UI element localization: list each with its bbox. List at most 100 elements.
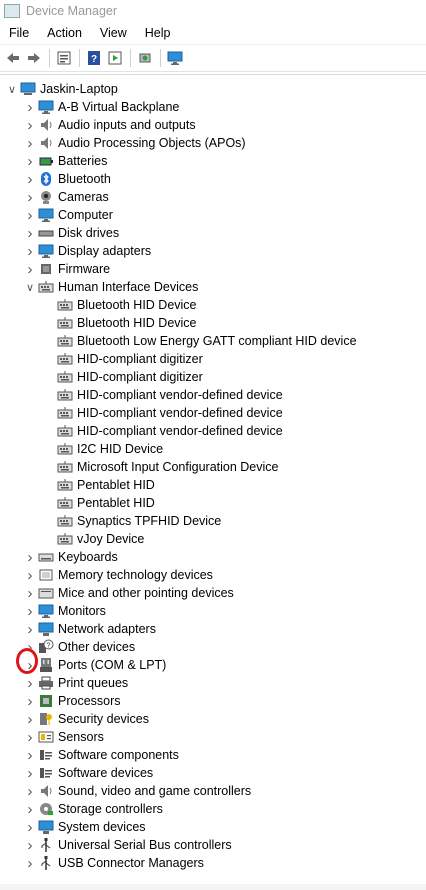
chevron-right-icon[interactable]: ›: [24, 116, 36, 134]
back-icon[interactable]: [4, 49, 22, 67]
tree-category[interactable]: › Software devices: [24, 764, 154, 782]
chevron-right-icon[interactable]: ›: [24, 152, 36, 170]
chevron-placeholder: [43, 530, 55, 548]
chevron-down-icon[interactable]: ∨: [24, 278, 36, 296]
tree-item-label: Bluetooth Low Energy GATT compliant HID …: [77, 334, 357, 348]
chevron-right-icon[interactable]: ›: [24, 674, 36, 692]
tree-category[interactable]: › Sensors: [24, 728, 104, 746]
tree-category[interactable]: › Ports (COM & LPT): [24, 656, 167, 674]
tree-device[interactable]: Bluetooth Low Energy GATT compliant HID …: [43, 332, 357, 350]
tree-category[interactable]: › Monitors: [24, 602, 106, 620]
tree-category[interactable]: › Sound, video and game controllers: [24, 782, 252, 800]
chevron-right-icon[interactable]: ›: [24, 134, 36, 152]
chevron-right-icon[interactable]: ›: [24, 188, 36, 206]
menu-action[interactable]: Action: [38, 26, 91, 40]
chevron-right-icon[interactable]: ›: [24, 206, 36, 224]
menu-view[interactable]: View: [91, 26, 136, 40]
chevron-right-icon[interactable]: ›: [24, 98, 36, 116]
chevron-right-icon[interactable]: ›: [24, 692, 36, 710]
tree-category[interactable]: › Storage controllers: [24, 800, 163, 818]
tree-root[interactable]: ∨ Jaskin-Laptop: [6, 80, 118, 98]
chevron-right-icon[interactable]: ›: [24, 260, 36, 278]
monitor-icon[interactable]: [166, 49, 184, 67]
chevron-right-icon[interactable]: ›: [24, 800, 36, 818]
chevron-down-icon[interactable]: ∨: [6, 80, 18, 98]
tree-item-label: Processors: [58, 694, 121, 708]
chevron-right-icon[interactable]: ›: [24, 836, 36, 854]
chevron-right-icon[interactable]: ›: [24, 566, 36, 584]
tree-category[interactable]: › Network adapters: [24, 620, 156, 638]
tree-category-expanded[interactable]: ∨ Human Interface Devices: [24, 278, 198, 296]
chevron-right-icon[interactable]: ›: [24, 602, 36, 620]
chevron-right-icon[interactable]: ›: [24, 728, 36, 746]
menu-file[interactable]: File: [0, 26, 38, 40]
tree-category[interactable]: › Print queues: [24, 674, 129, 692]
tree-device[interactable]: HID-compliant digitizer: [43, 368, 203, 386]
chevron-right-icon[interactable]: ›: [24, 764, 36, 782]
chevron-right-icon[interactable]: ›: [24, 656, 36, 674]
tree-category[interactable]: › Batteries: [24, 152, 108, 170]
chevron-right-icon[interactable]: ›: [24, 224, 36, 242]
tree-category[interactable]: › Cameras: [24, 188, 109, 206]
chevron-right-icon[interactable]: ›: [24, 782, 36, 800]
scan-hardware-icon[interactable]: [136, 49, 154, 67]
chevron-right-icon[interactable]: ›: [24, 854, 36, 872]
tree-category[interactable]: › USB Connector Managers: [24, 854, 204, 872]
tree-category[interactable]: › Mice and other pointing devices: [24, 584, 234, 602]
help-icon[interactable]: ?: [85, 49, 103, 67]
chevron-right-icon[interactable]: ›: [24, 710, 36, 728]
chevron-right-icon[interactable]: ›: [24, 620, 36, 638]
tree-device[interactable]: Microsoft Input Configuration Device: [43, 458, 278, 476]
toolbar-separator: [49, 49, 50, 67]
tree-category[interactable]: › Memory technology devices: [24, 566, 213, 584]
chevron-right-icon[interactable]: ›: [24, 242, 36, 260]
tree-device[interactable]: HID-compliant vendor-defined device: [43, 386, 283, 404]
chevron-right-icon[interactable]: ›: [24, 170, 36, 188]
toolbar-separator: [130, 49, 131, 67]
tree-item-label: Sensors: [58, 730, 104, 744]
chevron-placeholder: [43, 476, 55, 494]
tree-category[interactable]: › System devices: [24, 818, 146, 836]
tree-device[interactable]: HID-compliant vendor-defined device: [43, 422, 283, 440]
chevron-right-icon[interactable]: ›: [24, 638, 36, 656]
tree-device[interactable]: Pentablet HID: [43, 476, 155, 494]
tree-device[interactable]: vJoy Device: [43, 530, 144, 548]
tree-device[interactable]: HID-compliant digitizer: [43, 350, 203, 368]
tree-category[interactable]: › Disk drives: [24, 224, 120, 242]
tree-category[interactable]: › Display adapters: [24, 242, 152, 260]
chevron-right-icon[interactable]: ›: [24, 548, 36, 566]
run-icon[interactable]: [106, 49, 124, 67]
tree-device[interactable]: Synaptics TPFHID Device: [43, 512, 221, 530]
hid-icon: [57, 351, 73, 367]
tree-device[interactable]: HID-compliant vendor-defined device: [43, 404, 283, 422]
tree-category[interactable]: › Processors: [24, 692, 121, 710]
tree-device[interactable]: Pentablet HID: [43, 494, 155, 512]
properties-icon[interactable]: [55, 49, 73, 67]
tree-category[interactable]: › A-B Virtual Backplane: [24, 98, 180, 116]
tree-category[interactable]: › Audio inputs and outputs: [24, 116, 196, 134]
tree-category[interactable]: › Bluetooth: [24, 170, 111, 188]
chevron-placeholder: [43, 350, 55, 368]
tree-item-label: Disk drives: [58, 226, 120, 240]
tree-device[interactable]: Bluetooth HID Device: [43, 314, 197, 332]
menu-help[interactable]: Help: [136, 26, 180, 40]
tree-device[interactable]: I2C HID Device: [43, 440, 163, 458]
tree-category[interactable]: › Security devices: [24, 710, 150, 728]
tree-category[interactable]: › Universal Serial Bus controllers: [24, 836, 232, 854]
chevron-right-icon[interactable]: ›: [24, 746, 36, 764]
tree-category[interactable]: ›? Other devices: [24, 638, 136, 656]
tree-category[interactable]: › Computer: [24, 206, 113, 224]
tree-category[interactable]: › Audio Processing Objects (APOs): [24, 134, 246, 152]
tree-category[interactable]: › Software components: [24, 746, 179, 764]
tree-category[interactable]: › Firmware: [24, 260, 111, 278]
tree-item-label: Firmware: [58, 262, 111, 276]
tree-category[interactable]: › Keyboards: [24, 548, 118, 566]
horizontal-scrollbar[interactable]: [0, 884, 426, 890]
hid-icon: [57, 531, 73, 547]
chevron-placeholder: [43, 422, 55, 440]
forward-icon[interactable]: [25, 49, 43, 67]
computer-icon: [20, 81, 36, 97]
tree-device[interactable]: Bluetooth HID Device: [43, 296, 197, 314]
chevron-right-icon[interactable]: ›: [24, 818, 36, 836]
chevron-right-icon[interactable]: ›: [24, 584, 36, 602]
